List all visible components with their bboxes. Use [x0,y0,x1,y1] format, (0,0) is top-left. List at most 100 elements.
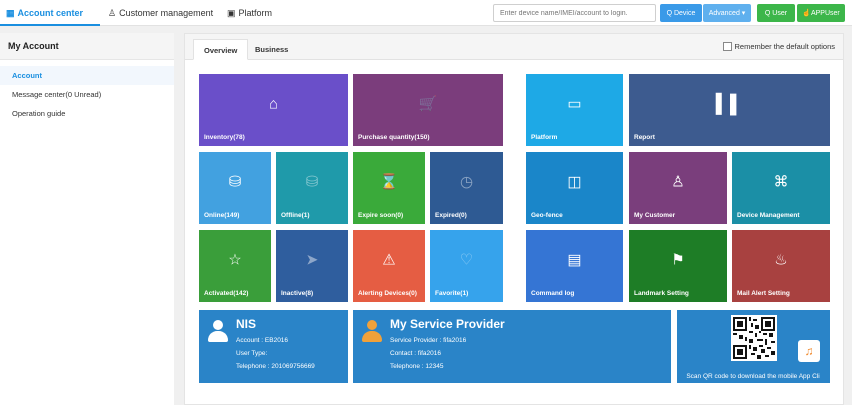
heart-icon: ♡ [459,251,474,269]
tile-alerting-devices[interactable]: ⚠ Alerting Devices(0) [353,230,425,302]
tile-activated-label: Activated(142) [204,290,249,297]
account-info-card: NIS Account : EB2016 User Type: Telephon… [199,310,348,383]
provider-label: Service Provider : [390,337,444,344]
search-user-button[interactable]: Q User [757,4,795,22]
sidebar: My Account Account Message center(0 Unre… [0,33,174,405]
device-search-input[interactable] [493,4,656,22]
tile-platform-label: Platform [531,134,558,141]
provider-avatar-icon [361,320,383,342]
tile-mail-alert-label: Mail Alert Setting [737,290,790,297]
tile-favorite-label: Favorite(1) [435,290,469,297]
nav-account-center[interactable]: ▦ Account center [6,0,83,26]
search-appuser-button[interactable]: ☝ APPUser [797,4,845,22]
user-type-row: User Type: [236,350,267,357]
hourglass-icon: ⌛ [379,173,399,191]
telephone-value: 201069756669 [271,363,315,370]
qr-code-icon[interactable] [731,315,777,361]
user-type-label: User Type: [236,350,268,357]
remember-checkbox[interactable] [722,42,732,51]
provider-telephone-row: Telephone : 12345 [390,363,444,370]
qr-download-card: ♫ Scan QR code to download the mobile Ap… [677,310,830,383]
tile-alerting-label: Alerting Devices(0) [358,290,417,297]
nav-account-center-label: Account center [17,8,84,18]
tab-business[interactable]: Business [245,39,298,60]
notification-bell-icon[interactable]: ♫ [798,340,820,362]
appuser-label: APPUser [810,9,840,17]
tile-expired-label: Expired(0) [435,212,467,219]
tile-geo-fence[interactable]: ◫ Geo-fence [526,152,623,224]
account-value: EB2016 [264,337,289,344]
users-icon: ♙ [108,7,117,18]
tile-inactive[interactable]: ➤ Inactive(8) [276,230,348,302]
tile-device-management[interactable]: ⌘ Device Management [732,152,830,224]
nav-customer-management[interactable]: ♙ Customer management [108,0,213,26]
map-icon: ▣ [227,7,236,18]
tab-bar: Overview Business Remember the default o… [185,34,843,60]
tile-landmark-label: Landmark Setting [634,290,689,297]
sidebar-item-operation-guide[interactable]: Operation guide [0,104,174,123]
remember-default-option[interactable]: Remember the default options [722,42,835,51]
tile-activated[interactable]: ☆ Activated(142) [199,230,271,302]
nav-platform-label: Platform [238,8,273,18]
user-avatar-icon [207,320,229,342]
bar-chart-icon: ▍▌ [716,94,743,115]
sidebar-item-account[interactable]: Account [0,66,174,85]
cursor-icon: ➤ [305,251,319,269]
tile-report[interactable]: ▍▌ Report [629,74,830,146]
tile-offline[interactable]: ⛁ Offline(1) [276,152,348,224]
tile-inactive-label: Inactive(8) [281,290,314,297]
sidebar-item-message-center[interactable]: Message center(0 Unread) [0,85,174,104]
tile-expired[interactable]: ◷ Expired(0) [430,152,503,224]
sidebar-title: My Account [0,33,174,60]
tile-purchase-quantity[interactable]: 🛒 Purchase quantity(150) [353,74,503,146]
warehouse-icon: ⌂ [268,95,279,113]
tile-mail-alert-setting[interactable]: ♨ Mail Alert Setting [732,230,830,302]
provider-value: fifa2016 [443,337,467,344]
car-offline-icon: ⛁ [305,173,319,191]
tile-inventory-label: Inventory(78) [204,134,245,141]
tile-expire-soon-label: Expire soon(0) [358,212,404,219]
tile-favorite[interactable]: ♡ Favorite(1) [430,230,503,302]
tile-purchase-label: Purchase quantity(150) [358,134,430,141]
fence-icon: ◫ [567,173,582,191]
provider-telephone-label: Telephone : [390,363,426,370]
telephone-row: Telephone : 201069756669 [236,363,315,370]
search-device-button[interactable]: Q Device [660,4,702,22]
tile-online[interactable]: ⛁ Online(149) [199,152,271,224]
monitor-icon: ▭ [567,95,582,113]
top-bar: ▦ Account center ♙ Customer management ▣… [0,0,852,26]
advanced-dropdown-button[interactable]: Advanced ▾ [703,4,751,22]
remember-label: Remember the default options [734,42,835,51]
active-nav-indicator [0,24,100,26]
service-provider-card: My Service Provider Service Provider : f… [353,310,671,383]
tile-command-log[interactable]: ▤ Command log [526,230,623,302]
provider-row: Service Provider : fifa2016 [390,337,466,344]
user-gear-icon: ♙ [671,173,685,191]
tab-overview[interactable]: Overview [193,39,249,60]
tile-offline-label: Offline(1) [281,212,310,219]
provider-title: My Service Provider [390,317,505,331]
tile-geo-fence-label: Geo-fence [531,212,563,219]
provider-telephone-value: 12345 [425,363,444,370]
tile-my-customer[interactable]: ♙ My Customer [629,152,727,224]
tile-online-label: Online(149) [204,212,240,219]
tile-my-customer-label: My Customer [634,212,676,219]
telephone-label: Telephone : [236,363,272,370]
account-row: Account : EB2016 [236,337,288,344]
account-name: NIS [236,317,257,331]
cart-icon: 🛒 [418,95,438,113]
qr-caption: Scan QR code to download the mobile App … [686,373,820,380]
tile-device-management-label: Device Management [737,212,800,219]
main-panel: Overview Business Remember the default o… [184,33,844,405]
tile-landmark-setting[interactable]: ⚑ Landmark Setting [629,230,727,302]
contact-value: fifa2016 [417,350,441,357]
tile-platform[interactable]: ▭ Platform [526,74,623,146]
car-icon: ⛁ [228,173,242,191]
account-label: Account : [236,337,265,344]
flag-icon: ⚑ [671,251,685,269]
notebook-icon: ▤ [567,251,582,269]
tile-expire-soon[interactable]: ⌛ Expire soon(0) [353,152,425,224]
tile-report-label: Report [634,134,655,141]
nav-platform[interactable]: ▣ Platform [227,0,272,26]
tile-inventory[interactable]: ⌂ Inventory(78) [199,74,348,146]
